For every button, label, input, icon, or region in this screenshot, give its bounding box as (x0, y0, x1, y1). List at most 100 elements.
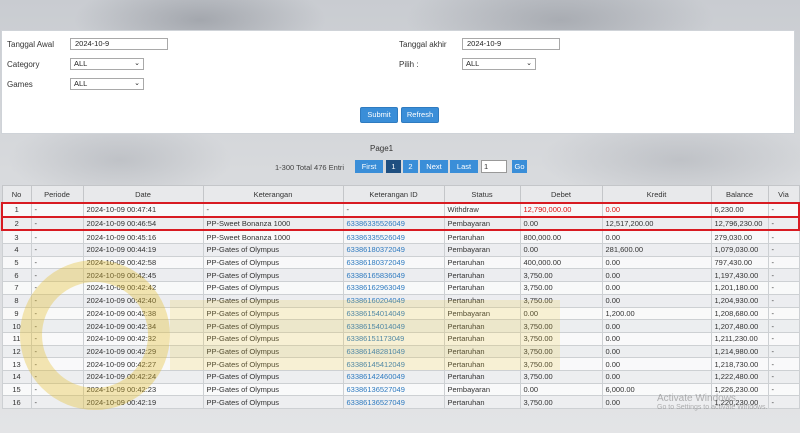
end-date-input[interactable]: 2024-10-9 (462, 38, 560, 50)
cell-keterangan-id[interactable]: 63386154014049 (342, 306, 445, 321)
games-select-value: ALL (74, 79, 88, 88)
cell-kredit: 281,600.00 (601, 243, 712, 257)
cell-keterangan-id[interactable]: 63386154014049 (342, 319, 445, 333)
cell-keterangan-id[interactable]: 63386136527049 (342, 382, 445, 397)
cell-keterangan: PP-Gates of Olympus (202, 319, 344, 333)
cell-kredit: 0.00 (601, 229, 712, 245)
category-select-value: ALL (74, 59, 88, 68)
cell-keterangan-id[interactable]: 63386162963049 (342, 281, 445, 295)
cell-keterangan: PP-Gates of Olympus (202, 344, 344, 359)
column-header-balance: Balance (710, 185, 769, 204)
cell-status: Withdraw (443, 202, 521, 218)
cell-via: - (767, 306, 800, 321)
table-row[interactable]: 2-2024-10-09 00:46:54 PP-Sweet Bonanza 10… (1, 215, 800, 232)
cell-no: 7 (1, 281, 32, 295)
cell-date: 2024-10-09 00:42:19 (82, 395, 204, 409)
cell-no: 1 (1, 202, 32, 218)
pilih-select[interactable]: ALL ⌄ (462, 58, 536, 70)
cell-keterangan: PP-Gates of Olympus (202, 369, 344, 384)
cell-keterangan-id[interactable]: 63386180372049 (342, 243, 445, 257)
cell-date: 2024-10-09 00:42:34 (82, 319, 204, 333)
table-row[interactable]: 1-2024-10-09 00:47:41- - Withdraw 12,790,00… (1, 202, 800, 218)
page-1-button[interactable]: 1 (386, 160, 401, 173)
cell-keterangan-id[interactable]: 63386335526049 (342, 229, 445, 245)
go-button[interactable]: Go (512, 160, 527, 173)
cell-no: 2 (1, 215, 32, 232)
next-page-button[interactable]: Next (420, 160, 448, 173)
cell-balance: 1,197,430.00 (710, 268, 769, 283)
table-row[interactable]: 10-2024-10-09 00:42:34 PP-Gates of Olympu… (1, 319, 800, 333)
cell-kredit: 0.00 (601, 331, 712, 346)
cell-keterangan-id[interactable]: 63386151173049 (342, 331, 445, 346)
last-page-button[interactable]: Last (450, 160, 478, 173)
table-row[interactable]: 13-2024-10-09 00:42:27 PP-Gates of Olympu… (1, 357, 800, 371)
table-row[interactable]: 6-2024-10-09 00:42:45 PP-Gates of Olympus… (1, 268, 800, 283)
first-page-button[interactable]: First (355, 160, 383, 173)
cell-kredit: 0.00 (601, 319, 712, 333)
cell-status: Pembayaran (443, 382, 521, 397)
cell-keterangan: PP-Gates of Olympus (202, 331, 344, 346)
table-row[interactable]: 8-2024-10-09 00:42:40 PP-Gates of Olympus… (1, 293, 800, 308)
cell-kredit: 0.00 (601, 344, 712, 359)
start-date-label: Tanggal Awal (7, 40, 54, 49)
cell-keterangan: PP-Gates of Olympus (202, 395, 344, 409)
table-row[interactable]: 5-2024-10-09 00:42:58 PP-Gates of Olympus… (1, 255, 800, 270)
cell-status: Pertaruhan (443, 293, 521, 308)
column-header-via: Via (767, 185, 800, 204)
category-select[interactable]: ALL ⌄ (70, 58, 144, 70)
table-row[interactable]: 9-2024-10-09 00:42:38 PP-Gates of Olympus… (1, 306, 800, 321)
cell-date: 2024-10-09 00:42:58 (82, 255, 204, 270)
submit-button[interactable]: Submit (360, 107, 398, 123)
table-row[interactable]: 4-2024-10-09 00:44:19 PP-Gates of Olympus… (1, 243, 800, 257)
cell-periode: - (30, 382, 84, 397)
cell-status: Pertaruhan (443, 395, 521, 409)
page-number-input[interactable]: 1 (481, 160, 507, 173)
cell-periode: - (30, 344, 84, 359)
cell-debet: 3,750.00 (519, 369, 603, 384)
table-row[interactable]: 11-2024-10-09 00:42:32 PP-Gates of Olympu… (1, 331, 800, 346)
table-header-row: No Periode Date Keterangan Keterangan ID Stat… (1, 185, 800, 204)
cell-keterangan-id[interactable]: 63386180372049 (342, 255, 445, 270)
cell-via: - (767, 255, 800, 270)
cell-keterangan-id[interactable]: 63386148281049 (342, 344, 445, 359)
cell-keterangan-id[interactable]: 63386160204049 (342, 293, 445, 308)
cell-periode: - (30, 202, 84, 218)
activate-windows-notice: Activate Windows Go to Settings to activ… (657, 393, 768, 411)
cell-debet: 0.00 (519, 243, 603, 257)
games-select[interactable]: ALL ⌄ (70, 78, 144, 90)
cell-debet: 800,000.00 (519, 229, 603, 245)
cell-via: - (767, 215, 800, 232)
page-2-button[interactable]: 2 (403, 160, 418, 173)
end-date-label: Tanggal akhir (399, 40, 447, 49)
cell-keterangan-id[interactable]: 63386335526049 (342, 215, 445, 232)
cell-no: 15 (1, 382, 32, 397)
cell-periode: - (30, 268, 84, 283)
refresh-button[interactable]: Refresh (401, 107, 439, 123)
cell-via: - (767, 395, 800, 409)
cell-date: 2024-10-09 00:42:42 (82, 281, 204, 295)
table-row[interactable]: 14-2024-10-09 00:42:24 PP-Gates of Olympu… (1, 369, 800, 384)
cell-keterangan-id[interactable]: 63386142460049 (342, 369, 445, 384)
cell-keterangan: PP-Gates of Olympus (202, 281, 344, 295)
start-date-input[interactable]: 2024-10-9 (70, 38, 168, 50)
cell-status: Pertaruhan (443, 357, 521, 371)
cell-keterangan-id[interactable]: 63386145412049 (342, 357, 445, 371)
table-row[interactable]: 12-2024-10-09 00:42:29 PP-Gates of Olympu… (1, 344, 800, 359)
cell-keterangan-id[interactable]: 63386165836049 (342, 268, 445, 283)
column-header-status: Status (443, 185, 521, 204)
cell-balance: 1,201,180.00 (710, 281, 769, 295)
cell-periode: - (30, 331, 84, 346)
cell-via: - (767, 293, 800, 308)
cell-date: 2024-10-09 00:42:29 (82, 344, 204, 359)
cell-date: 2024-10-09 00:44:19 (82, 243, 204, 257)
cell-date: 2024-10-09 00:42:45 (82, 268, 204, 283)
cell-debet: 0.00 (519, 215, 603, 232)
cell-kredit: 0.00 (601, 255, 712, 270)
cell-keterangan-id[interactable]: 63386136527049 (342, 395, 445, 409)
cell-debet: 3,750.00 (519, 331, 603, 346)
table-row[interactable]: 3-2024-10-09 00:45:16 PP-Sweet Bonanza 10… (1, 229, 800, 245)
cell-via: - (767, 357, 800, 371)
cell-balance: 1,211,230.00 (710, 331, 769, 346)
table-row[interactable]: 7-2024-10-09 00:42:42 PP-Gates of Olympus… (1, 281, 800, 295)
cell-status: Pertaruhan (443, 255, 521, 270)
